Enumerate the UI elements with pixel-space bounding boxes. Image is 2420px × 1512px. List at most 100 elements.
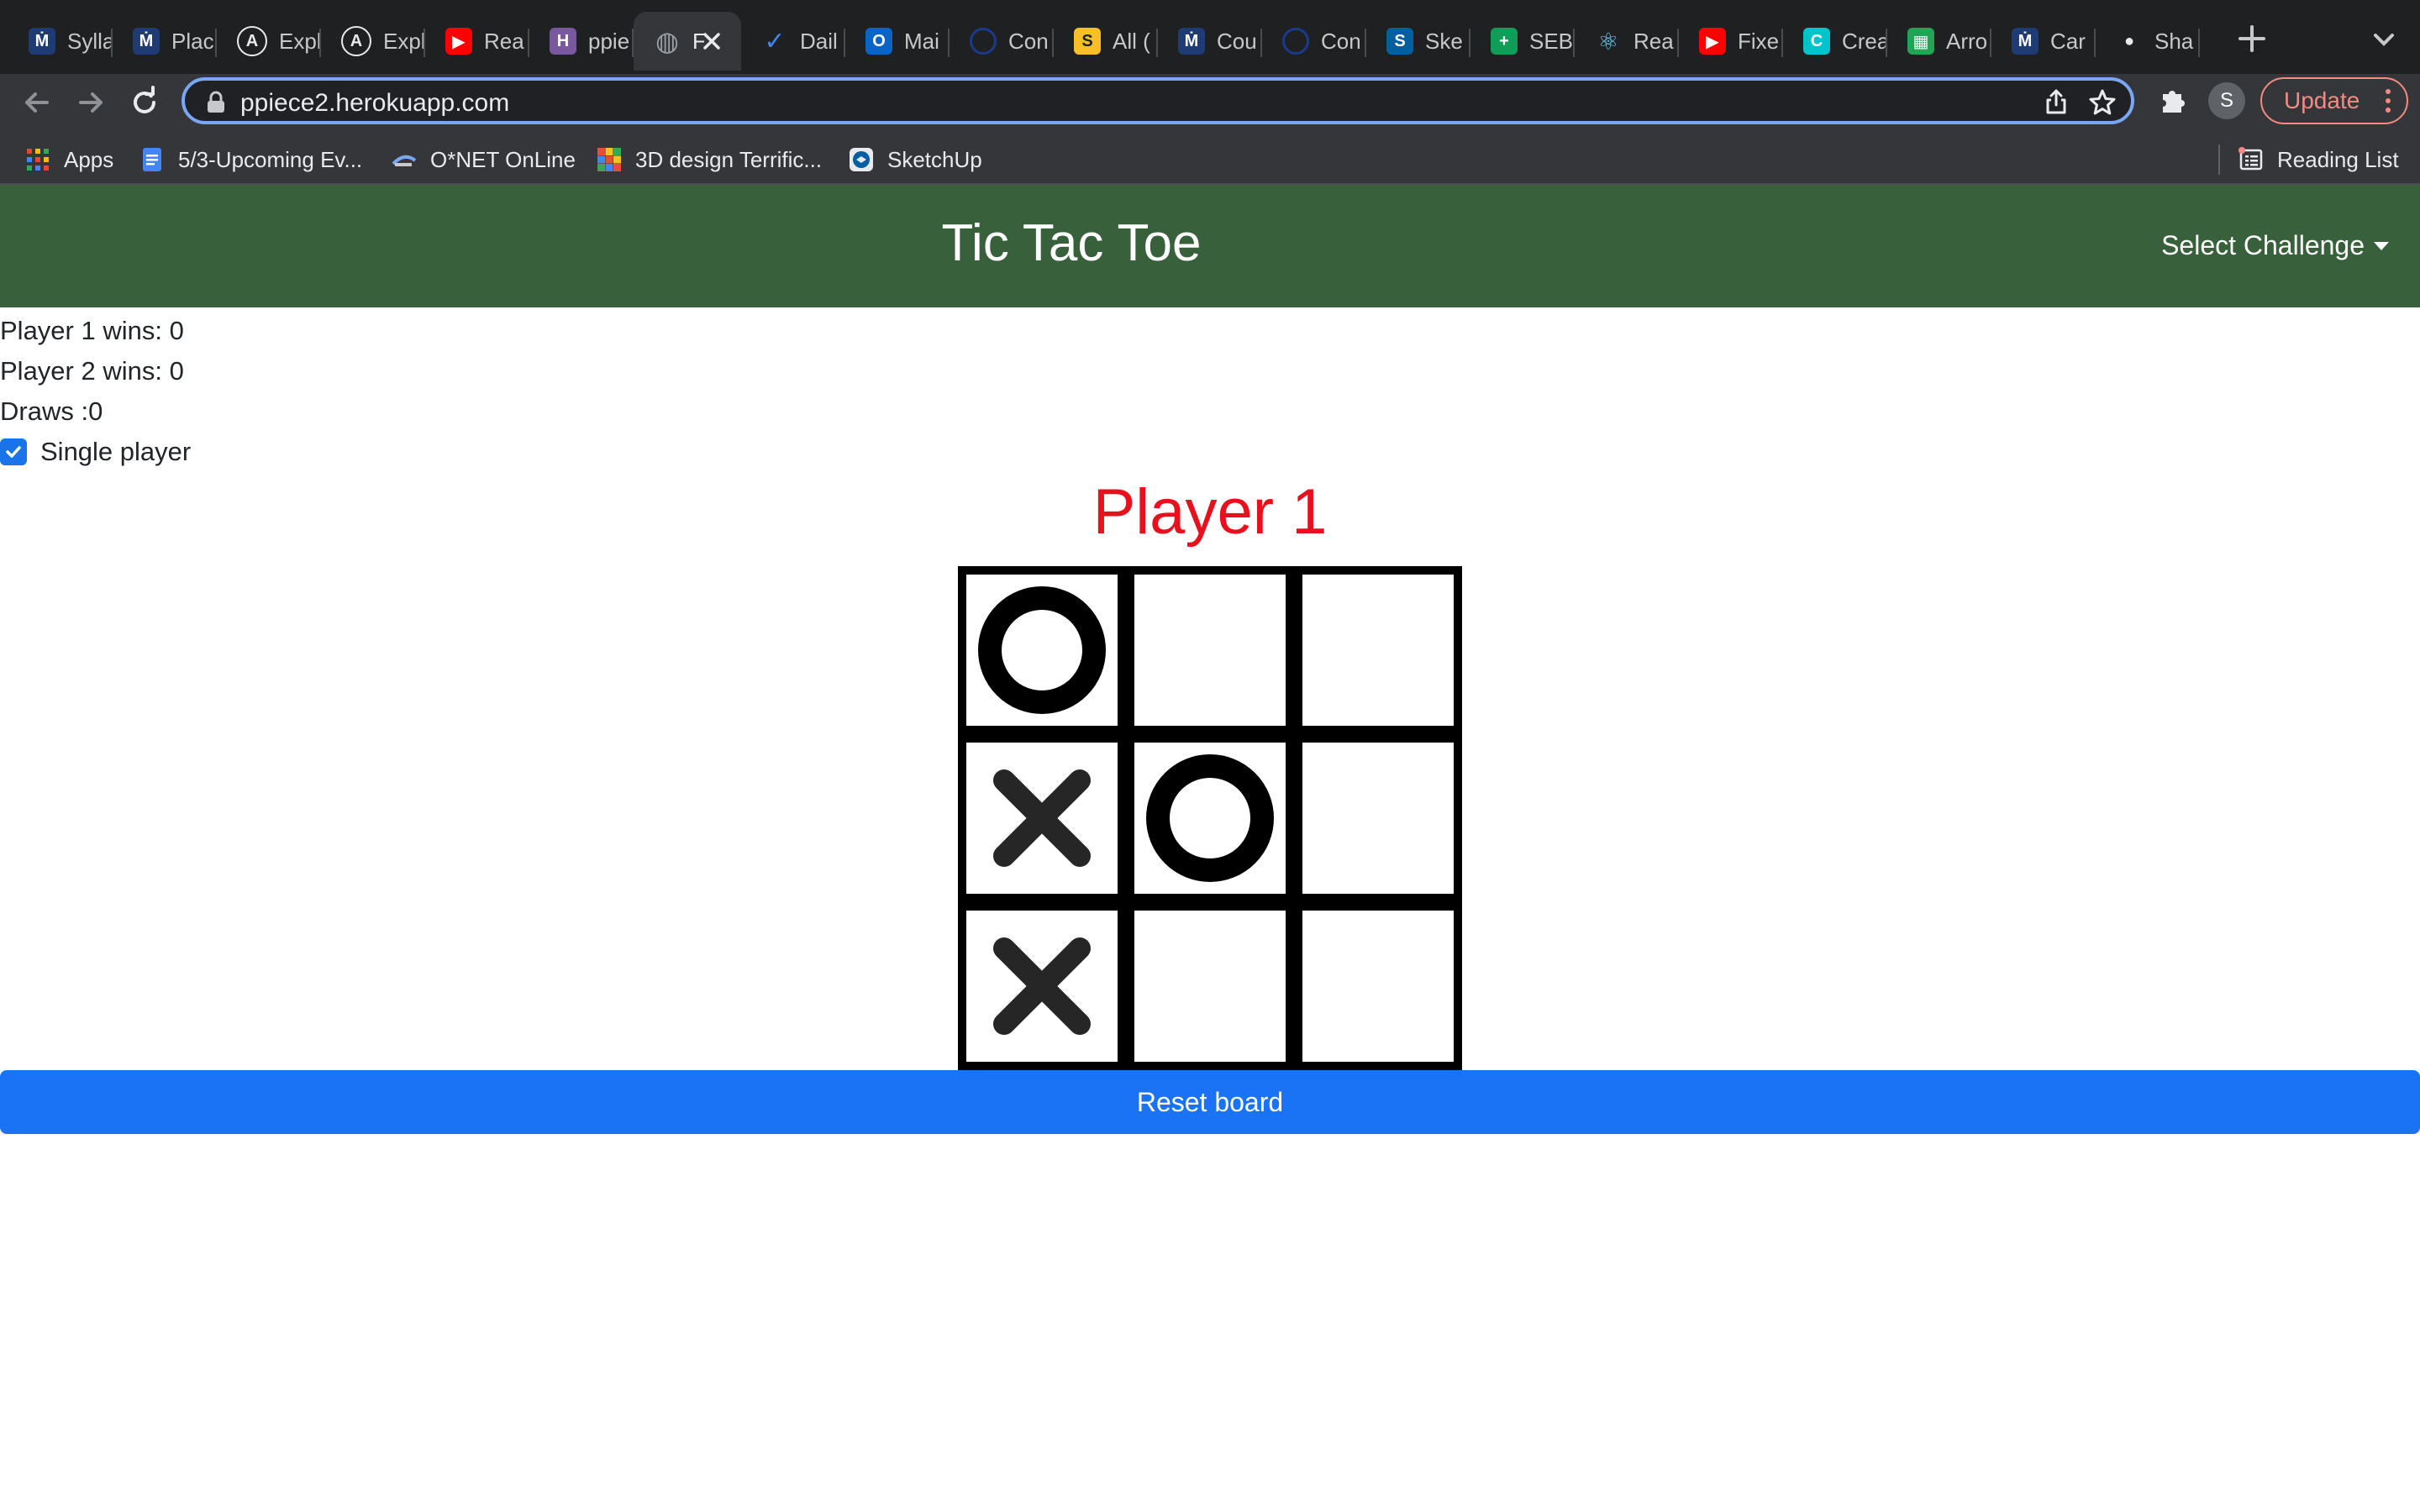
browser-tab[interactable]: S Ske: [1366, 12, 1470, 71]
tab-title: Con: [1321, 28, 1361, 54]
star-icon[interactable]: [2087, 87, 2118, 118]
browser-tab[interactable]: ▦ Arro: [1887, 12, 1991, 71]
university-icon: Ṁ: [1178, 28, 1205, 55]
university-icon: Ṁ: [2012, 28, 2039, 55]
bookmark-tinkercad[interactable]: 3D design Terrific...: [597, 143, 822, 176]
browser-tab-strip: Ṁ Sylla Ṁ Plac A Expl A Expl ▶ Rea Hppie ◍ F ✓ Dail O Ma…: [0, 0, 2420, 74]
more-vert-icon: [2386, 89, 2391, 113]
board-cell[interactable]: [1302, 743, 1454, 894]
caret-down-icon: [2374, 241, 2389, 250]
tinkercad-icon: [597, 148, 621, 171]
tab-title: Expl: [279, 28, 321, 54]
browser-tab[interactable]: ▶ Rea: [425, 12, 529, 71]
angular-icon: A: [237, 26, 267, 56]
browser-tab[interactable]: ● Sha: [2096, 12, 2200, 71]
board-cell[interactable]: [1302, 575, 1454, 726]
browser-tab[interactable]: Ṁ Sylla: [8, 12, 113, 71]
tab-title: Rea: [1634, 28, 1674, 54]
docs-icon: [143, 148, 161, 171]
board-cell[interactable]: [966, 743, 1118, 894]
tab-title: ppie: [588, 28, 630, 54]
extensions-button[interactable]: [2156, 82, 2191, 118]
globe-icon: ◍: [655, 26, 679, 56]
board-cell[interactable]: [966, 911, 1118, 1062]
single-player-toggle[interactable]: Single player: [0, 432, 191, 472]
bookmark-apps[interactable]: Apps: [25, 143, 113, 176]
bookmark-upcoming-events[interactable]: 5/3-Upcoming Ev...: [139, 143, 362, 176]
puzzle-icon: [2163, 91, 2185, 113]
browser-tab[interactable]: Ṁ Plac: [113, 12, 217, 71]
address-bar-url[interactable]: ppiece2.herokuapp.com: [240, 89, 509, 118]
browser-tab[interactable]: Ṁ Car: [1991, 12, 2096, 71]
browser-tab[interactable]: Hppie: [529, 12, 634, 71]
close-icon[interactable]: [697, 27, 726, 55]
single-player-checkbox[interactable]: [0, 438, 27, 465]
lock-icon[interactable]: [205, 91, 227, 114]
bookmark-label: SketchUp: [887, 146, 982, 172]
university-icon: Ṁ: [133, 28, 160, 55]
reload-icon: [134, 86, 155, 113]
plus-icon: [2238, 25, 2265, 52]
x-mark-icon: [993, 769, 1091, 867]
tab-title: Con: [1008, 28, 1049, 54]
browser-tab[interactable]: Ṁ Cou: [1158, 12, 1262, 71]
new-tab-button[interactable]: [2235, 22, 2269, 55]
address-bar[interactable]: ppiece2.herokuapp.com: [182, 77, 2134, 124]
document-icon: S: [1074, 28, 1101, 55]
youtube-icon: ▶: [445, 28, 472, 55]
browser-tab[interactable]: C Crea: [1783, 12, 1887, 71]
checkmark-icon: ✓: [764, 27, 786, 55]
share-icon[interactable]: [2042, 87, 2070, 116]
board-cell[interactable]: [1134, 575, 1286, 726]
sheets-icon: +: [1491, 28, 1518, 55]
profile-avatar[interactable]: S: [2208, 82, 2245, 119]
heroku-icon: H: [550, 28, 576, 55]
select-challenge-label: Select Challenge: [2161, 230, 2365, 260]
tab-title: Plac: [171, 28, 214, 54]
bookmark-label: O*NET OnLine: [430, 146, 576, 172]
tab-title: Expl: [383, 28, 425, 54]
browser-tab[interactable]: A Expl: [321, 12, 425, 71]
browser-tab[interactable]: S All (: [1054, 12, 1158, 71]
browser-tab[interactable]: O Mai: [845, 12, 950, 71]
chevron-down-icon: [2374, 34, 2394, 46]
page-header: Tic Tac Toe Select Challenge: [0, 185, 2420, 307]
back-button[interactable]: [18, 84, 55, 121]
board-cell[interactable]: [1134, 911, 1286, 1062]
current-turn-label: Player 1: [1092, 476, 1328, 548]
board-cell[interactable]: [1302, 911, 1454, 1062]
browser-tab[interactable]: ✓ Dail: [741, 12, 845, 71]
tab-search-button[interactable]: [2370, 25, 2398, 54]
o-mark-icon: [1146, 754, 1274, 882]
browser-tab[interactable]: Con: [1262, 12, 1366, 71]
reset-board-button[interactable]: Reset board: [0, 1070, 2420, 1134]
board-cell[interactable]: [1134, 743, 1286, 894]
checkmark-icon: [6, 446, 21, 458]
browser-tab[interactable]: Con: [950, 12, 1054, 71]
select-challenge-dropdown[interactable]: Select Challenge: [2161, 230, 2390, 261]
reload-button[interactable]: [126, 84, 163, 121]
bookmarks-separator: [2218, 144, 2220, 175]
draws-count: Draws :0: [0, 396, 103, 426]
browser-tab[interactable]: ▶ Fixe: [1679, 12, 1783, 71]
reading-list-icon: [2238, 147, 2263, 171]
page-title: Tic Tac Toe: [941, 214, 1202, 272]
forward-button[interactable]: [72, 84, 109, 121]
reading-list-button[interactable]: Reading List: [2238, 143, 2399, 176]
arrow-right-icon: [79, 92, 103, 113]
circle-icon: [970, 28, 997, 55]
bookmark-label: 5/3-Upcoming Ev...: [178, 146, 363, 172]
browser-tab[interactable]: ◍ F: [634, 12, 741, 71]
canva-icon: C: [1803, 28, 1830, 55]
bookmark-onet[interactable]: O*NET OnLine: [392, 143, 576, 176]
board-cell[interactable]: [966, 575, 1118, 726]
sketchup-icon: S: [1386, 28, 1413, 55]
apps-icon: ▦: [1907, 28, 1934, 55]
browser-tab[interactable]: + SEB: [1470, 12, 1575, 71]
bookmark-sketchup[interactable]: SketchUp: [849, 143, 982, 176]
tab-title: Arro: [1946, 28, 1988, 54]
browser-tab[interactable]: ⚛ Rea: [1575, 12, 1679, 71]
browser-tab[interactable]: A Expl: [217, 12, 321, 71]
tab-separator: [2198, 29, 2200, 57]
update-button[interactable]: Update: [2260, 77, 2408, 124]
